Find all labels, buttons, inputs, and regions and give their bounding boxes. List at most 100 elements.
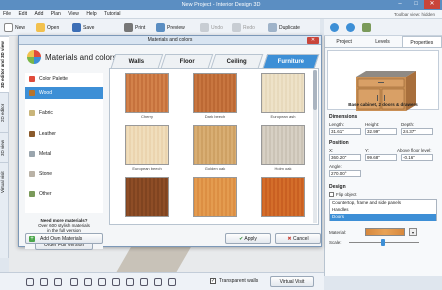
material-swatch[interactable]: European ash: [256, 73, 310, 123]
new-button[interactable]: New: [4, 22, 25, 33]
material-texture: [193, 125, 237, 165]
part-item[interactable]: Countertop, frame and side panels: [330, 200, 436, 207]
part-item-selected[interactable]: Doors: [330, 214, 436, 221]
material-label: Material:: [329, 230, 347, 235]
category-leather[interactable]: Leather: [25, 128, 103, 140]
menu-view[interactable]: View: [65, 10, 82, 19]
minimize-button[interactable]: –: [392, 0, 408, 9]
zoom-fit-icon[interactable]: [54, 278, 62, 286]
menu-plan[interactable]: Plan: [48, 10, 64, 19]
material-caption: European ash: [270, 114, 296, 119]
menu-add[interactable]: Add: [31, 10, 46, 19]
material-texture: [125, 73, 169, 113]
rotate-left-icon[interactable]: [70, 278, 78, 286]
tab-2d-editor[interactable]: 2D editor: [0, 92, 9, 132]
angle-input[interactable]: 270.00°: [329, 170, 361, 177]
redo-button[interactable]: Redo: [232, 22, 255, 33]
grid-scrollbar-thumb[interactable]: [313, 70, 317, 110]
undo-button[interactable]: Undo: [200, 22, 223, 33]
y-input[interactable]: 99.68": [365, 154, 397, 161]
material-swatch[interactable]: Golden oak: [188, 125, 242, 175]
add-own-materials-button[interactable]: + Add Own Materials: [25, 233, 103, 244]
house-icon[interactable]: [362, 23, 371, 32]
duplicate-button[interactable]: Duplicate: [268, 22, 300, 33]
category-stone[interactable]: Stone: [25, 168, 103, 180]
rotate-right-icon[interactable]: [84, 278, 92, 286]
tilt-down-icon[interactable]: [112, 278, 120, 286]
print-button[interactable]: Print: [124, 22, 145, 33]
tab-furniture[interactable]: Furniture: [262, 54, 320, 68]
menu-file[interactable]: File: [0, 10, 14, 19]
window-title: New Project - Interior Design 3D: [181, 2, 261, 8]
checkmark-icon: ✔: [239, 236, 244, 242]
reset-view-icon[interactable]: [168, 278, 176, 286]
settings-icon[interactable]: [330, 23, 339, 32]
dialog-heading: Materials and colors: [45, 53, 117, 62]
tab-3d-editor[interactable]: 3D editor and 3D view: [0, 36, 9, 92]
preview-button[interactable]: Preview: [156, 22, 185, 33]
fabric-icon: [29, 110, 35, 116]
right-tabs: Project Levels Properties: [325, 36, 442, 48]
help-icon[interactable]: [346, 23, 355, 32]
scale-label: Scale:: [329, 240, 342, 245]
menu-help[interactable]: Help: [83, 10, 99, 19]
x-input[interactable]: 360.20": [329, 154, 361, 161]
category-other[interactable]: Other: [25, 188, 103, 200]
zoom-out-icon[interactable]: [40, 278, 48, 286]
material-swatch[interactable]: Holm oak: [256, 125, 310, 175]
material-swatch[interactable]: [120, 177, 174, 224]
y-label: Y:: [365, 148, 370, 153]
grid-scrollbar[interactable]: [313, 70, 317, 223]
material-caption: Cherry: [140, 114, 153, 119]
above-floor-input[interactable]: -0.16": [401, 154, 433, 161]
menu-tutorial[interactable]: Tutorial: [101, 10, 124, 19]
material-tabs: Walls Floor Ceiling Furniture: [109, 54, 320, 68]
maximize-button[interactable]: □: [408, 0, 424, 9]
tab-properties[interactable]: Properties: [401, 36, 442, 47]
right-toolbar: [324, 19, 442, 36]
transparent-walls-checkbox[interactable]: ✓: [210, 278, 216, 284]
height-input[interactable]: 32.99": [365, 128, 397, 135]
material-swatch[interactable]: [188, 177, 242, 224]
undo-icon: [200, 23, 209, 32]
dimensions-title: Dimensions: [329, 114, 358, 120]
dialog-close-button[interactable]: ✕: [307, 37, 319, 44]
material-caption: Golden oak: [204, 166, 226, 171]
category-fabric[interactable]: Fabric: [25, 107, 103, 119]
part-item[interactable]: Handles: [330, 207, 436, 214]
tab-3d-view[interactable]: 3D view: [0, 132, 9, 162]
material-swatch[interactable]: [256, 177, 310, 224]
camera-icon[interactable]: [140, 278, 148, 286]
menu-edit[interactable]: Edit: [15, 10, 30, 19]
material-menu-button[interactable]: ▾: [409, 228, 417, 236]
length-input[interactable]: 31.61": [329, 128, 361, 135]
tab-levels[interactable]: Levels: [363, 36, 401, 47]
dialog-title: Materials and colors: [19, 36, 321, 45]
category-metal[interactable]: Metal: [25, 148, 103, 160]
material-swatch[interactable]: European beech: [120, 125, 174, 175]
zoom-in-icon[interactable]: [26, 278, 34, 286]
pan-icon[interactable]: [126, 278, 134, 286]
category-color-palette[interactable]: Color Palette: [25, 73, 103, 85]
tab-ceiling[interactable]: Ceiling: [210, 54, 264, 68]
cancel-button[interactable]: ✖ Cancel: [275, 233, 321, 244]
material-swatch[interactable]: Cherry: [120, 73, 174, 123]
apply-button[interactable]: ✔ Apply: [225, 233, 271, 244]
category-wood[interactable]: Wood: [25, 87, 103, 99]
material-caption: European beech: [132, 166, 162, 171]
material-swatch[interactable]: Dark beech: [188, 73, 242, 123]
tab-walls[interactable]: Walls: [110, 54, 164, 68]
tab-floor[interactable]: Floor: [160, 54, 214, 68]
save-button[interactable]: Save: [72, 22, 94, 33]
eye-icon[interactable]: [154, 278, 162, 286]
tab-project[interactable]: Project: [325, 36, 363, 47]
tab-virtual-visit[interactable]: Virtual visit: [0, 162, 9, 202]
material-swatch[interactable]: [365, 228, 405, 236]
depth-input[interactable]: 24.37": [401, 128, 433, 135]
virtual-visit-button[interactable]: Virtual Visit: [270, 276, 314, 287]
tilt-up-icon[interactable]: [98, 278, 106, 286]
scale-slider-thumb[interactable]: [381, 239, 385, 246]
open-button[interactable]: Open: [36, 22, 59, 33]
close-button[interactable]: ✕: [424, 0, 440, 9]
flip-checkbox[interactable]: [329, 192, 334, 197]
